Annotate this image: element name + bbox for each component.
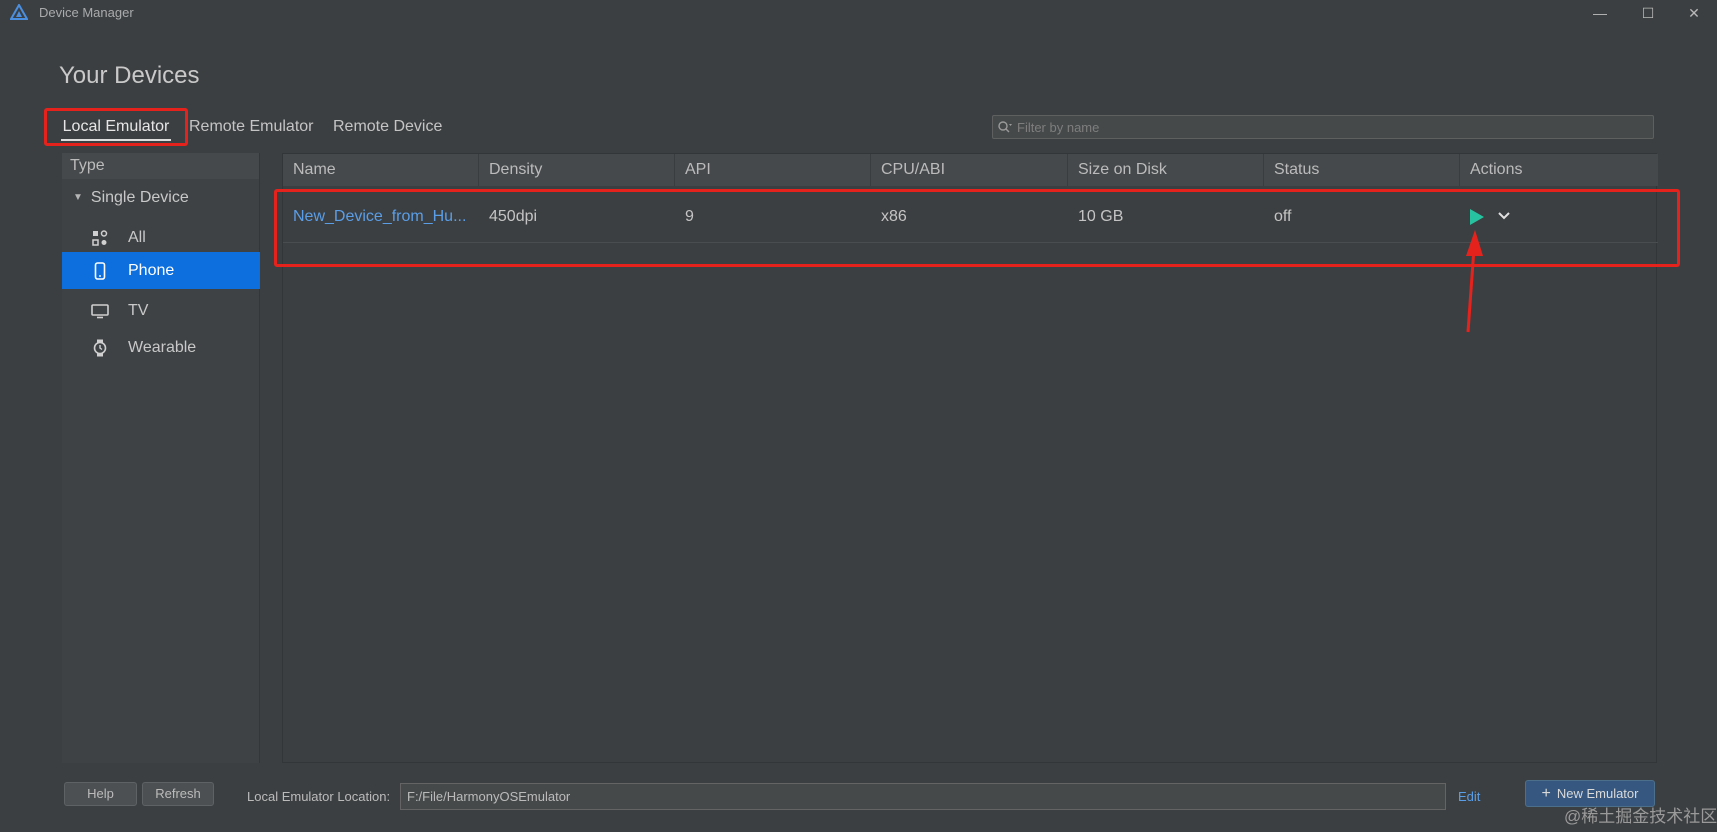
sidebar-item-label: Phone (128, 261, 175, 279)
device-name-link[interactable]: New_Device_from_Hu... (283, 190, 479, 243)
page-title: Your Devices (59, 62, 200, 89)
title-bar: Device Manager — ☐ ✕ (0, 0, 1717, 26)
cell-density: 450dpi (489, 208, 538, 225)
caret-down-icon: ▼ (73, 192, 83, 203)
refresh-button[interactable]: Refresh (142, 782, 214, 806)
sidebar-header: Type (62, 153, 259, 179)
maximize-button[interactable]: ☐ (1634, 2, 1662, 24)
app-logo-icon (10, 4, 28, 20)
column-header-cpu[interactable]: CPU/ABI (871, 154, 1068, 186)
new-emulator-label: New Emulator (1556, 786, 1639, 801)
window-title: Device Manager (39, 5, 134, 20)
sidebar-item-label: Wearable (128, 338, 197, 356)
column-header-api[interactable]: API (675, 154, 871, 186)
sidebar-group-single-device[interactable]: ▼ Single Device (62, 179, 260, 216)
column-header-actions: Actions (1470, 161, 1523, 178)
watermark: @稀土掘金技术社区 (1564, 807, 1717, 826)
location-input[interactable] (400, 783, 1446, 810)
filter-box[interactable] (992, 115, 1654, 139)
edit-location-link[interactable]: Edit (1458, 789, 1480, 804)
tab-local-emulator[interactable]: Local Emulator (44, 108, 188, 146)
sidebar-item-all[interactable]: All (62, 219, 260, 256)
help-button[interactable]: Help (64, 782, 137, 806)
tab-remote-device[interactable]: Remote Device (333, 108, 442, 146)
cell-size: 10 GB (1078, 208, 1124, 225)
column-header-name[interactable]: Name (283, 154, 479, 186)
all-icon (90, 228, 110, 248)
cell-cpu: x86 (881, 208, 907, 225)
sidebar-group-label: Single Device (90, 188, 189, 206)
column-header-density[interactable]: Density (479, 154, 675, 186)
column-header-size[interactable]: Size on Disk (1068, 154, 1264, 186)
devices-table: Name Density API CPU/ABI Size on Disk St… (282, 153, 1658, 763)
location-label: Local Emulator Location: (247, 789, 391, 804)
watch-icon (90, 338, 110, 358)
minimize-button[interactable]: — (1586, 2, 1614, 24)
search-icon (993, 116, 1017, 138)
cell-status: off (1274, 208, 1292, 225)
filter-input[interactable] (1017, 119, 1653, 135)
cell-api: 9 (685, 208, 694, 225)
chevron-down-icon[interactable] (1496, 208, 1512, 224)
sidebar-item-wearable[interactable]: Wearable (62, 329, 260, 366)
sidebar-item-phone[interactable]: Phone (62, 252, 260, 289)
phone-icon (90, 261, 110, 281)
column-header-status[interactable]: Status (1264, 154, 1460, 186)
sidebar-item-label: All (128, 228, 146, 246)
play-icon[interactable] (1470, 209, 1484, 225)
table-row[interactable]: New_Device_from_Hu... 450dpi 9 x86 10 GB… (283, 190, 1658, 243)
sidebar-item-tv[interactable]: TV (62, 292, 260, 329)
table-header: Name Density API CPU/ABI Size on Disk St… (283, 154, 1658, 186)
close-button[interactable]: ✕ (1680, 2, 1708, 24)
plus-icon: + (1541, 784, 1551, 802)
sidebar-item-label: TV (128, 301, 149, 319)
tv-icon (90, 301, 110, 321)
tab-remote-emulator[interactable]: Remote Emulator (189, 108, 314, 146)
